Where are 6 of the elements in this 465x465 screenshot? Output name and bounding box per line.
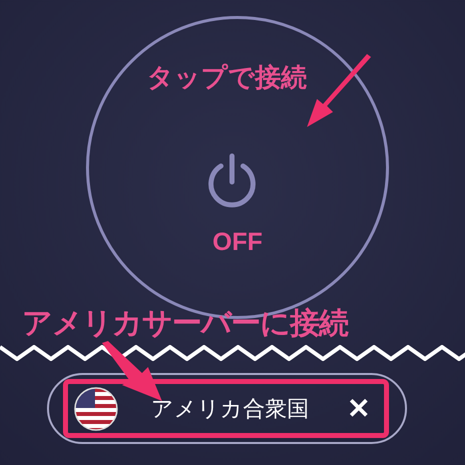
close-button[interactable]: ✕ [347, 394, 370, 422]
annotation-text: タップで接続 [147, 62, 307, 95]
arrow-icon [100, 341, 164, 403]
power-state-label: OFF [212, 228, 262, 257]
server-name: アメリカ合衆国 [151, 396, 309, 424]
server-selector[interactable]: アメリカ合衆国 ✕ [47, 373, 407, 444]
